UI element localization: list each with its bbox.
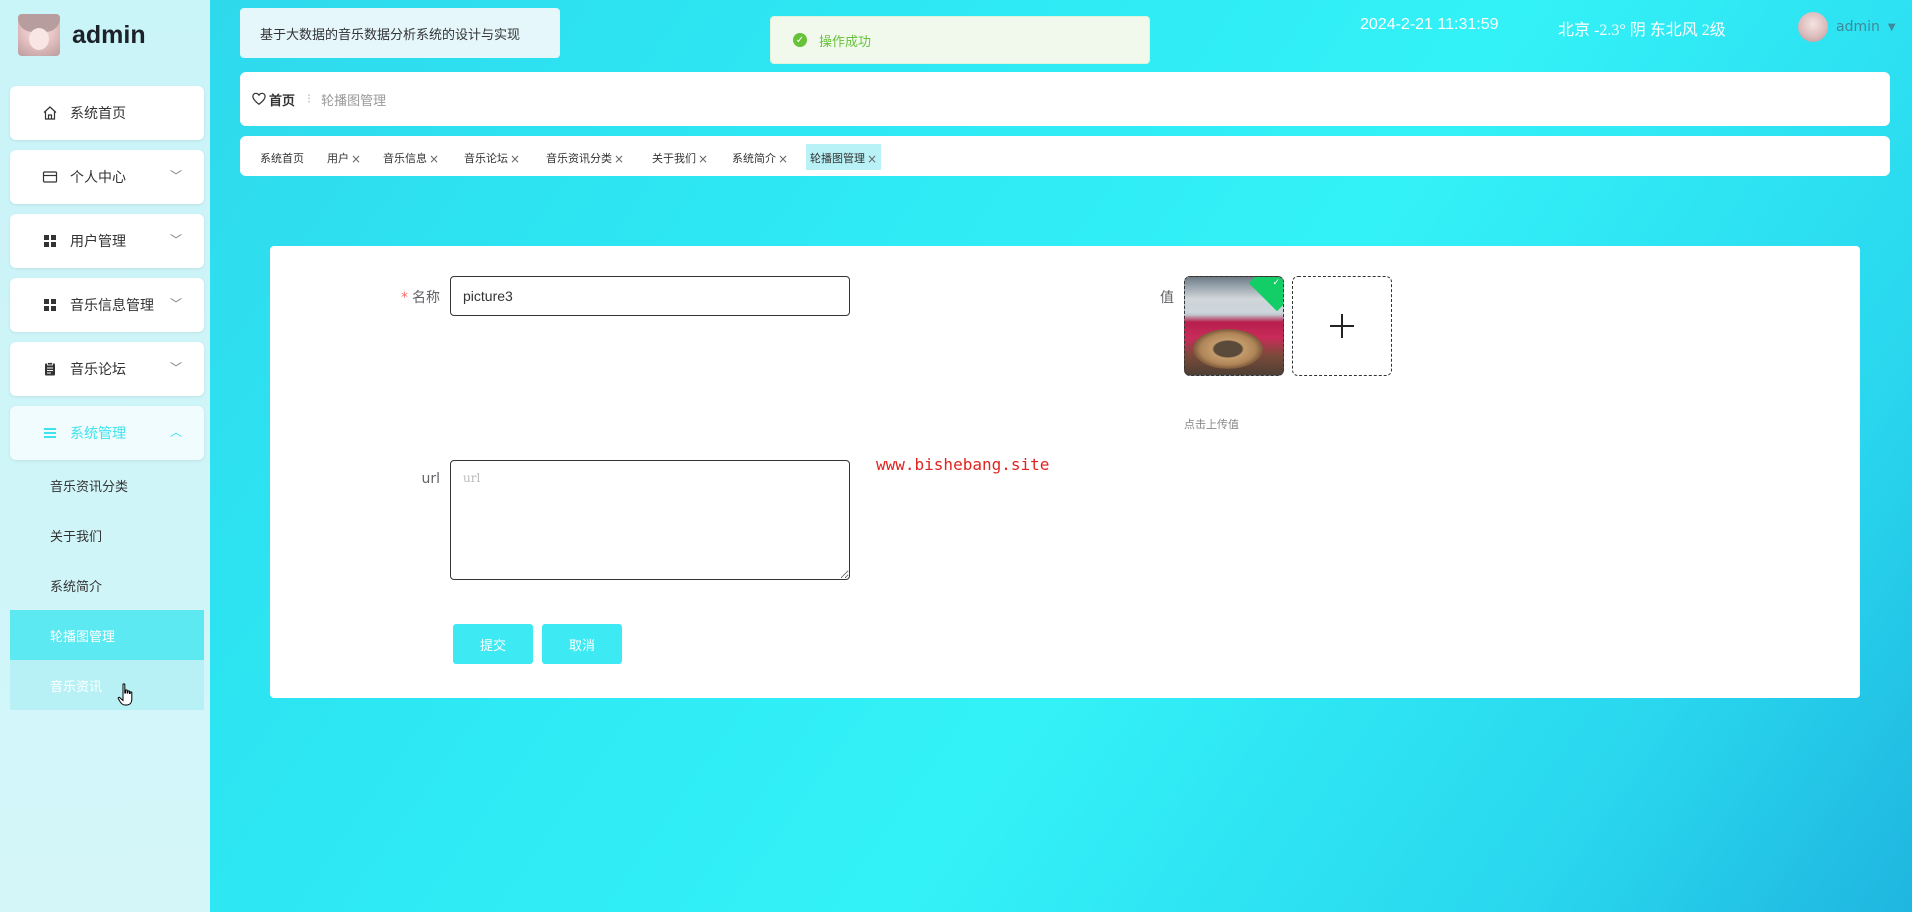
brand: admin bbox=[18, 14, 146, 56]
chevron-down-icon: ﹀ bbox=[169, 233, 182, 247]
list-icon bbox=[44, 428, 56, 438]
close-icon[interactable]: × bbox=[867, 152, 877, 166]
heart-icon bbox=[252, 92, 266, 106]
chevron-down-icon: ﹀ bbox=[169, 361, 182, 375]
tags-bar: 系统首页 用户 × 音乐信息 × 音乐论坛 × 音乐资讯分类 × 关于我们 × 系统简介 ×… bbox=[240, 136, 1890, 176]
sidebar-item-label: 音乐论坛 bbox=[70, 362, 126, 378]
tab-music-news-category[interactable]: 音乐资讯分类 × bbox=[542, 144, 628, 170]
datetime: 2024-2-21 11:31:59 bbox=[1360, 16, 1499, 33]
tab-about-us[interactable]: 关于我们 × bbox=[648, 144, 712, 170]
sidebar-subitem-about-us[interactable]: 关于我们 bbox=[10, 510, 204, 560]
hand-cursor-icon bbox=[117, 683, 133, 706]
sidebar-subitem-label: 音乐资讯分类 bbox=[50, 479, 129, 495]
check-icon: ✓ bbox=[1272, 278, 1280, 288]
chevron-down-icon: ﹀ bbox=[169, 297, 182, 311]
user-menu[interactable]: admin ▼ bbox=[1798, 12, 1896, 42]
tab-user[interactable]: 用户 × bbox=[323, 144, 365, 170]
tab-system-home[interactable]: 系统首页 bbox=[256, 144, 308, 170]
user-name[interactable]: admin bbox=[1836, 19, 1880, 35]
cancel-button[interactable]: 取消 bbox=[542, 624, 622, 664]
avatar[interactable] bbox=[1798, 12, 1828, 42]
tab-music-info[interactable]: 音乐信息 × bbox=[379, 144, 443, 170]
name-label-text: 名称 bbox=[412, 290, 440, 306]
uploaded-image-thumbnail[interactable]: ✓ bbox=[1184, 276, 1284, 376]
sidebar-subitem-system-intro[interactable]: 系统简介 bbox=[10, 560, 204, 610]
home-icon bbox=[43, 106, 57, 120]
sidebar-item-home[interactable]: 系统首页 bbox=[10, 86, 204, 140]
sidebar-item-label: 用户管理 bbox=[70, 234, 126, 250]
tab-system-intro[interactable]: 系统简介 × bbox=[728, 144, 792, 170]
breadcrumb-current: 轮播图管理 bbox=[321, 93, 387, 109]
close-icon[interactable]: × bbox=[429, 152, 439, 166]
sidebar-subitem-label: 关于我们 bbox=[50, 529, 103, 545]
upload-button[interactable] bbox=[1292, 276, 1392, 376]
sidebar-subitem-label: 系统简介 bbox=[50, 579, 103, 595]
name-input[interactable] bbox=[450, 276, 850, 316]
grid-icon bbox=[44, 299, 56, 311]
chevron-up-icon: ︿ bbox=[169, 425, 182, 439]
sidebar-subitem-label: 音乐资讯 bbox=[50, 679, 103, 695]
tab-label: 音乐资讯分类 bbox=[546, 152, 612, 165]
submit-button[interactable]: 提交 bbox=[453, 624, 533, 664]
breadcrumb: 首页 ⁝ 轮播图管理 bbox=[240, 72, 1890, 126]
close-icon[interactable]: × bbox=[778, 152, 788, 166]
sidebar: admin 系统首页 个人中心 ﹀ 用户管理 ﹀ 音乐信息管理 ﹀ 音乐论坛 ﹀… bbox=[0, 0, 210, 912]
required-mark: * bbox=[401, 290, 408, 306]
clipboard-icon bbox=[45, 362, 55, 376]
sidebar-item-label: 音乐信息管理 bbox=[70, 298, 154, 314]
tab-label: 轮播图管理 bbox=[810, 152, 865, 165]
brand-title: admin bbox=[72, 20, 146, 49]
close-icon[interactable]: × bbox=[351, 152, 361, 166]
plus-icon bbox=[1330, 314, 1354, 338]
breadcrumb-home[interactable]: 首页 bbox=[252, 90, 295, 109]
sidebar-item-system-management[interactable]: 系统管理 ︿ bbox=[10, 406, 204, 460]
tab-label: 用户 bbox=[327, 152, 349, 165]
sidebar-item-user-management[interactable]: 用户管理 ﹀ bbox=[10, 214, 204, 268]
tab-carousel-management[interactable]: 轮播图管理 × bbox=[806, 144, 882, 170]
sidebar-subitem-carousel-management[interactable]: 轮播图管理 bbox=[10, 610, 204, 660]
brand-avatar bbox=[18, 14, 60, 56]
tab-music-forum[interactable]: 音乐论坛 × bbox=[460, 144, 524, 170]
sidebar-item-music-forum[interactable]: 音乐论坛 ﹀ bbox=[10, 342, 204, 396]
system-title-text: 基于大数据的音乐数据分析系统的设计与实现 bbox=[260, 27, 521, 43]
grid-icon bbox=[44, 235, 56, 247]
toast-message: 操作成功 bbox=[819, 34, 872, 50]
sidebar-item-personal-center[interactable]: 个人中心 ﹀ bbox=[10, 150, 204, 204]
sidebar-subitem-music-news-category[interactable]: 音乐资讯分类 bbox=[10, 460, 204, 510]
sidebar-subitem-music-news[interactable]: 音乐资讯 bbox=[10, 660, 204, 710]
check-circle-icon: ✓ bbox=[793, 33, 807, 47]
system-title: 基于大数据的音乐数据分析系统的设计与实现 bbox=[240, 8, 560, 58]
weather: 北京 -2.3° 阴 东北风 2级 bbox=[1558, 22, 1726, 39]
url-label: url bbox=[421, 471, 440, 487]
success-toast: ✓ 操作成功 bbox=[770, 16, 1150, 64]
name-label: * 名称 bbox=[400, 287, 440, 307]
sidebar-item-music-info-management[interactable]: 音乐信息管理 ﹀ bbox=[10, 278, 204, 332]
sidebar-subitem-label: 轮播图管理 bbox=[50, 629, 116, 645]
tab-label: 系统首页 bbox=[260, 152, 304, 165]
tab-label: 音乐信息 bbox=[383, 152, 427, 165]
breadcrumb-separator: ⁝ bbox=[307, 91, 312, 107]
tab-label: 关于我们 bbox=[652, 152, 696, 165]
caret-down-icon[interactable]: ▼ bbox=[1888, 22, 1896, 33]
close-icon[interactable]: × bbox=[614, 152, 624, 166]
watermark-text: www.bishebang.site bbox=[876, 455, 1050, 474]
sidebar-item-label: 系统管理 bbox=[70, 426, 126, 442]
sidebar-item-label: 系统首页 bbox=[70, 106, 126, 122]
breadcrumb-home-label: 首页 bbox=[269, 93, 296, 109]
close-icon[interactable]: × bbox=[698, 152, 708, 166]
url-textarea[interactable] bbox=[450, 460, 850, 580]
form-card: *名称 值 ✓ 点击上传值 url www.bishebang.site 提交 … bbox=[270, 246, 1860, 698]
card-icon bbox=[42, 171, 58, 183]
value-label: 值 bbox=[1160, 290, 1174, 306]
tab-label: 音乐论坛 bbox=[464, 152, 508, 165]
sidebar-item-label: 个人中心 bbox=[70, 170, 126, 186]
upload-hint: 点击上传值 bbox=[1184, 418, 1239, 431]
close-icon[interactable]: × bbox=[510, 152, 520, 166]
tab-label: 系统简介 bbox=[732, 152, 776, 165]
chevron-down-icon: ﹀ bbox=[169, 169, 182, 183]
